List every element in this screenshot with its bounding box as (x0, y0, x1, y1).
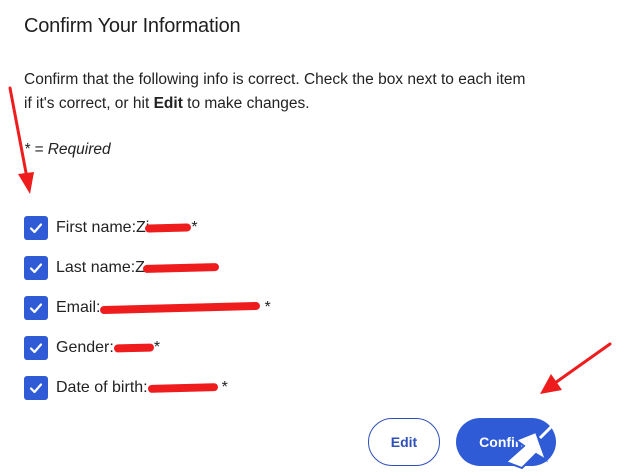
last-name-label: Last name: (56, 259, 136, 276)
redaction-mark (145, 221, 191, 235)
edit-button[interactable]: Edit (368, 418, 440, 466)
dob-label: Date of birth: (56, 379, 148, 396)
list-item-first-name: First name: Zi * (24, 208, 271, 248)
confirm-info-page: Confirm Your Information Confirm that th… (0, 0, 628, 476)
checkmark-icon (29, 263, 43, 274)
gender-label: Gender: (56, 339, 114, 356)
redaction-mark (114, 341, 154, 355)
list-item-last-name: Last name: Z (24, 248, 271, 288)
intro-line-1: Confirm that the following info is corre… (24, 71, 526, 88)
confirm-button[interactable]: Confirm (456, 418, 556, 466)
info-list: First name: Zi * Last name: Z Email: * G… (24, 208, 271, 408)
gender-checkbox[interactable] (24, 336, 48, 360)
last-name-checkbox[interactable] (24, 256, 48, 280)
redaction-mark (100, 301, 260, 315)
first-name-label: First name: (56, 219, 137, 236)
confirm-button-label: Confirm (479, 434, 533, 450)
required-note: * = Required (24, 141, 111, 158)
list-item-gender: Gender: * (24, 328, 271, 368)
email-label: Email: (56, 299, 101, 316)
gender-required-mark: * (153, 339, 161, 356)
intro-line-2-suffix: to make changes. (182, 95, 310, 112)
email-required-mark: * (264, 299, 271, 316)
first-name-required-mark: * (191, 219, 198, 236)
annotation-arrow-right (540, 342, 612, 394)
intro-edit-bold: Edit (153, 95, 183, 112)
intro-text: Confirm that the following info is corre… (24, 68, 564, 116)
list-item-date-of-birth: Date of birth: * (24, 368, 271, 408)
list-item-email: Email: * (24, 288, 271, 328)
first-name-checkbox[interactable] (24, 216, 48, 240)
checkmark-icon (29, 303, 43, 314)
intro-line-2-prefix: if it's correct, or hit (24, 95, 154, 112)
email-checkbox[interactable] (24, 296, 48, 320)
checkmark-icon (29, 343, 43, 354)
checkmark-icon (29, 223, 43, 234)
redaction-mark (143, 261, 219, 275)
redaction-mark (148, 381, 218, 395)
page-title: Confirm Your Information (24, 15, 241, 37)
dob-required-mark: * (221, 379, 228, 396)
dob-checkbox[interactable] (24, 376, 48, 400)
checkmark-icon (29, 383, 43, 394)
